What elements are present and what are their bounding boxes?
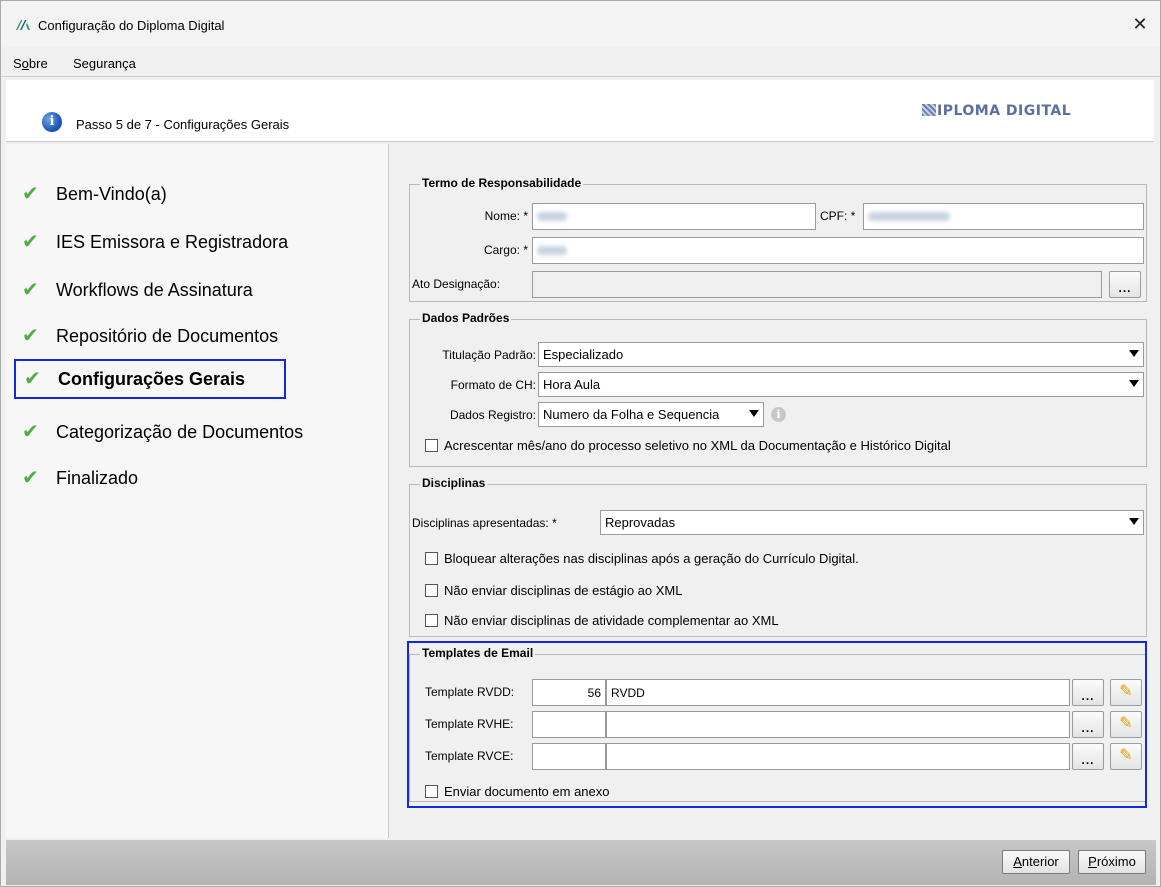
- template-rvce-browse-button[interactable]: ...: [1072, 743, 1104, 770]
- chevron-down-icon: [1129, 380, 1139, 387]
- bloquear-checkbox[interactable]: [425, 552, 438, 565]
- step-configuracoes-gerais[interactable]: ✔ Configurações Gerais: [14, 359, 286, 399]
- close-button[interactable]: ✕: [1120, 9, 1160, 39]
- dialog-window: Configuração do Diploma Digital ✕ Sobre …: [0, 0, 1161, 887]
- info-icon: i: [42, 112, 62, 132]
- redacted-value: [868, 212, 950, 221]
- ato-designacao-label: Ato Designação:: [412, 277, 501, 291]
- step-ies-emissora[interactable]: ✔ IES Emissora e Registradora: [22, 222, 288, 262]
- templates-email-group: Templates de Email Template RVDD: 56 RVD…: [409, 646, 1147, 802]
- anterior-button[interactable]: Anterior: [1002, 850, 1070, 874]
- wizard-steps-nav: ✔ Bem-Vindo(a) ✔ IES Emissora e Registrado…: [6, 144, 389, 838]
- diploma-digital-logo: IPLOMA DIGITAL: [922, 102, 1071, 120]
- template-rvhe-edit-button[interactable]: ✎: [1110, 711, 1142, 738]
- nome-label: Nome: *: [484, 209, 528, 223]
- dados-registro-select[interactable]: Numero da Folha e Sequencia: [538, 402, 764, 427]
- chevron-down-icon: [1129, 518, 1139, 525]
- menu-bar: Sobre Segurança: [1, 47, 1160, 77]
- main-panel: Termo de Responsabilidade Nome: * CPF: *…: [395, 144, 1160, 838]
- cpf-label: CPF: *: [820, 209, 856, 223]
- pencil-icon: ✎: [1119, 715, 1133, 732]
- cpf-field[interactable]: [863, 203, 1144, 230]
- template-rvce-label: Template RVCE:: [425, 749, 514, 763]
- template-rvdd-edit-button[interactable]: ✎: [1110, 679, 1142, 706]
- template-rvce-name-field[interactable]: [606, 743, 1070, 770]
- check-icon: ✔: [22, 231, 39, 253]
- ato-designacao-browse-button[interactable]: ...: [1109, 271, 1141, 298]
- estagio-checkbox-row[interactable]: Não enviar disciplinas de estágio ao XML: [425, 583, 682, 598]
- check-icon: ✔: [22, 279, 39, 301]
- bottom-button-bar: Anterior Próximo: [6, 840, 1156, 885]
- template-rvdd-browse-button[interactable]: ...: [1072, 679, 1104, 706]
- termo-responsabilidade-group: Termo de Responsabilidade Nome: * CPF: *…: [409, 176, 1147, 302]
- window-title: Configuração do Diploma Digital: [38, 18, 225, 33]
- bloquear-checkbox-row[interactable]: Bloquear alterações nas disciplinas após…: [425, 551, 859, 566]
- template-rvhe-label: Template RVHE:: [425, 717, 514, 731]
- atividade-checkbox-row[interactable]: Não enviar disciplinas de atividade comp…: [425, 613, 779, 628]
- dados-registro-label: Dados Registro:: [449, 408, 536, 422]
- template-rvce-code-field[interactable]: [532, 743, 606, 770]
- proximo-button[interactable]: Próximo: [1078, 850, 1146, 874]
- cargo-label: Cargo: *: [483, 243, 528, 257]
- titulacao-select[interactable]: Especializado: [538, 342, 1144, 367]
- logo-mark-icon: [922, 104, 936, 116]
- formato-ch-select[interactable]: Hora Aula: [538, 372, 1144, 397]
- menu-seguranca[interactable]: Segurança: [73, 56, 136, 71]
- enviar-anexo-checkbox-row[interactable]: Enviar documento em anexo: [425, 784, 609, 799]
- template-rvdd-label: Template RVDD:: [425, 685, 515, 699]
- close-icon: ✕: [1132, 14, 1148, 34]
- template-rvdd-code-field[interactable]: 56: [532, 679, 606, 706]
- atividade-checkbox[interactable]: [425, 614, 438, 627]
- template-rvhe-name-field[interactable]: [606, 711, 1070, 738]
- redacted-value: [537, 246, 567, 255]
- check-icon: ✔: [22, 467, 39, 489]
- estagio-checkbox[interactable]: [425, 584, 438, 597]
- disciplinas-apresentadas-select[interactable]: Reprovadas: [600, 510, 1144, 535]
- enviar-anexo-checkbox[interactable]: [425, 785, 438, 798]
- acrescentar-checkbox[interactable]: [425, 439, 438, 452]
- redacted-value: [537, 212, 567, 221]
- chevron-down-icon: [749, 410, 759, 417]
- app-logo-icon: [16, 20, 30, 30]
- acrescentar-checkbox-row[interactable]: Acrescentar mês/ano do processo seletivo…: [425, 438, 951, 453]
- disciplinas-apresentadas-label: Disciplinas apresentadas: *: [412, 516, 557, 530]
- pencil-icon: ✎: [1119, 683, 1133, 700]
- template-rvhe-code-field[interactable]: [532, 711, 606, 738]
- templates-legend: Templates de Email: [420, 646, 536, 660]
- menu-sobre[interactable]: Sobre: [13, 56, 48, 71]
- info-hint-icon[interactable]: i: [771, 407, 786, 422]
- step-repositorio[interactable]: ✔ Repositório de Documentos: [22, 316, 278, 356]
- template-rvhe-browse-button[interactable]: ...: [1072, 711, 1104, 738]
- check-icon: ✔: [22, 183, 39, 205]
- termo-legend: Termo de Responsabilidade: [420, 176, 584, 190]
- titulacao-label: Titulação Padrão:: [442, 348, 536, 362]
- step-workflows[interactable]: ✔ Workflows de Assinatura: [22, 270, 253, 310]
- check-icon: ✔: [22, 421, 39, 443]
- check-icon: ✔: [24, 368, 41, 390]
- step-finalizado[interactable]: ✔ Finalizado: [22, 458, 138, 498]
- disciplinas-legend: Disciplinas: [420, 476, 488, 490]
- check-icon: ✔: [22, 325, 39, 347]
- dados-legend: Dados Padrões: [420, 311, 512, 325]
- dados-padroes-group: Dados Padrões Titulação Padrão: Especial…: [409, 311, 1147, 467]
- step-bem-vindo[interactable]: ✔ Bem-Vindo(a): [22, 174, 167, 214]
- disciplinas-group: Disciplinas Disciplinas apresentadas: * …: [409, 476, 1147, 637]
- formato-ch-label: Formato de CH:: [450, 378, 536, 392]
- cargo-field[interactable]: [532, 237, 1144, 264]
- step-categorizacao[interactable]: ✔ Categorização de Documentos: [22, 412, 303, 452]
- wizard-header: i Passo 5 de 7 - Configurações Gerais IP…: [6, 80, 1154, 142]
- ato-designacao-field[interactable]: [532, 271, 1102, 298]
- chevron-down-icon: [1129, 350, 1139, 357]
- step-indicator: Passo 5 de 7 - Configurações Gerais: [76, 117, 290, 132]
- nome-field[interactable]: [532, 203, 816, 230]
- title-bar: Configuração do Diploma Digital ✕: [1, 1, 1160, 47]
- template-rvdd-name-field[interactable]: RVDD: [606, 679, 1070, 706]
- template-rvce-edit-button[interactable]: ✎: [1110, 743, 1142, 770]
- pencil-icon: ✎: [1119, 747, 1133, 764]
